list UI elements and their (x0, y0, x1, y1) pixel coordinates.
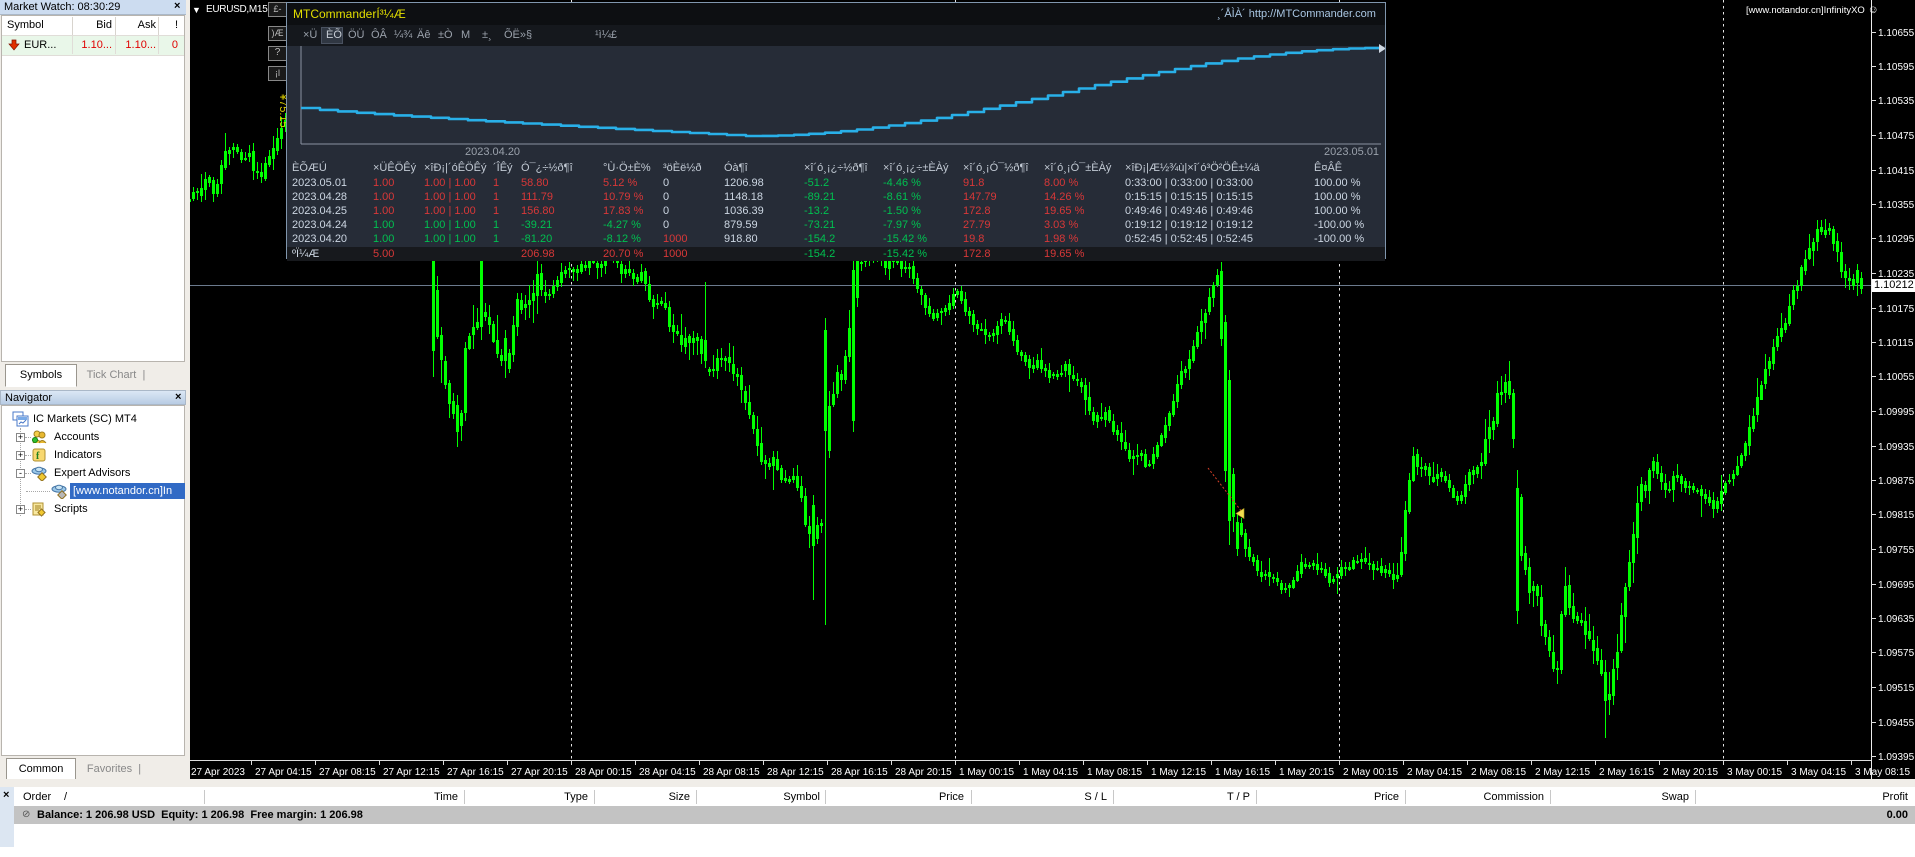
svg-text:1.09695: 1.09695 (1878, 580, 1915, 591)
svg-text:1.10475: 1.10475 (1878, 131, 1915, 142)
svg-text:1.10175: 1.10175 (1878, 304, 1915, 315)
svg-text:27 Apr 20:15: 27 Apr 20:15 (511, 767, 568, 778)
svg-text:2 May 12:15: 2 May 12:15 (1535, 767, 1590, 778)
svg-text:1.09635: 1.09635 (1878, 614, 1915, 625)
svg-text:28 Apr 08:15: 28 Apr 08:15 (703, 767, 760, 778)
svg-text:1.09875: 1.09875 (1878, 476, 1915, 487)
svg-text:2 May 16:15: 2 May 16:15 (1599, 767, 1654, 778)
svg-text:1.09575: 1.09575 (1878, 648, 1915, 659)
svg-text:1.10355: 1.10355 (1878, 200, 1915, 211)
svg-text:1.09815: 1.09815 (1878, 510, 1915, 521)
svg-text:27 Apr 16:15: 27 Apr 16:15 (447, 767, 504, 778)
svg-text:1 May 04:15: 1 May 04:15 (1023, 767, 1078, 778)
svg-text:28 Apr 00:15: 28 Apr 00:15 (575, 767, 632, 778)
svg-text:28 Apr 16:15: 28 Apr 16:15 (831, 767, 888, 778)
svg-text:1 May 16:15: 1 May 16:15 (1215, 767, 1270, 778)
svg-text:1.10055: 1.10055 (1878, 372, 1915, 383)
svg-text:1.10295: 1.10295 (1878, 234, 1915, 245)
svg-text:28 Apr 20:15: 28 Apr 20:15 (895, 767, 952, 778)
svg-text:1.09515: 1.09515 (1878, 683, 1915, 694)
svg-text:1.10655: 1.10655 (1878, 28, 1915, 39)
svg-text:2 May 04:15: 2 May 04:15 (1407, 767, 1462, 778)
svg-text:1.10415: 1.10415 (1878, 166, 1915, 177)
svg-text:1.09755: 1.09755 (1878, 545, 1915, 556)
svg-text:27 Apr 04:15: 27 Apr 04:15 (255, 767, 312, 778)
svg-text:3 May 04:15: 3 May 04:15 (1791, 767, 1846, 778)
svg-text:3 May 08:15: 3 May 08:15 (1855, 767, 1910, 778)
svg-text:2 May 00:15: 2 May 00:15 (1343, 767, 1398, 778)
svg-text:27 Apr 08:15: 27 Apr 08:15 (319, 767, 376, 778)
svg-text:28 Apr 12:15: 28 Apr 12:15 (767, 767, 824, 778)
svg-text:27 Apr 2023: 27 Apr 2023 (191, 767, 245, 778)
svg-text:1.10535: 1.10535 (1878, 96, 1915, 107)
svg-text:28 Apr 04:15: 28 Apr 04:15 (639, 767, 696, 778)
svg-text:1 May 08:15: 1 May 08:15 (1087, 767, 1142, 778)
svg-text:1.09455: 1.09455 (1878, 718, 1915, 729)
svg-text:1 May 12:15: 1 May 12:15 (1151, 767, 1206, 778)
svg-text:1 May 20:15: 1 May 20:15 (1279, 767, 1334, 778)
svg-text:1.10115: 1.10115 (1878, 338, 1914, 349)
svg-text:2 May 08:15: 2 May 08:15 (1471, 767, 1526, 778)
svg-text:1.10595: 1.10595 (1878, 62, 1915, 73)
svg-text:2 May 20:15: 2 May 20:15 (1663, 767, 1718, 778)
svg-text:1 May 00:15: 1 May 00:15 (959, 767, 1014, 778)
svg-text:1.09395: 1.09395 (1878, 752, 1915, 763)
svg-text:27 Apr 12:15: 27 Apr 12:15 (383, 767, 440, 778)
svg-text:3 May 00:15: 3 May 00:15 (1727, 767, 1782, 778)
svg-text:1.09935: 1.09935 (1878, 442, 1915, 453)
svg-text:1.09995: 1.09995 (1878, 407, 1915, 418)
